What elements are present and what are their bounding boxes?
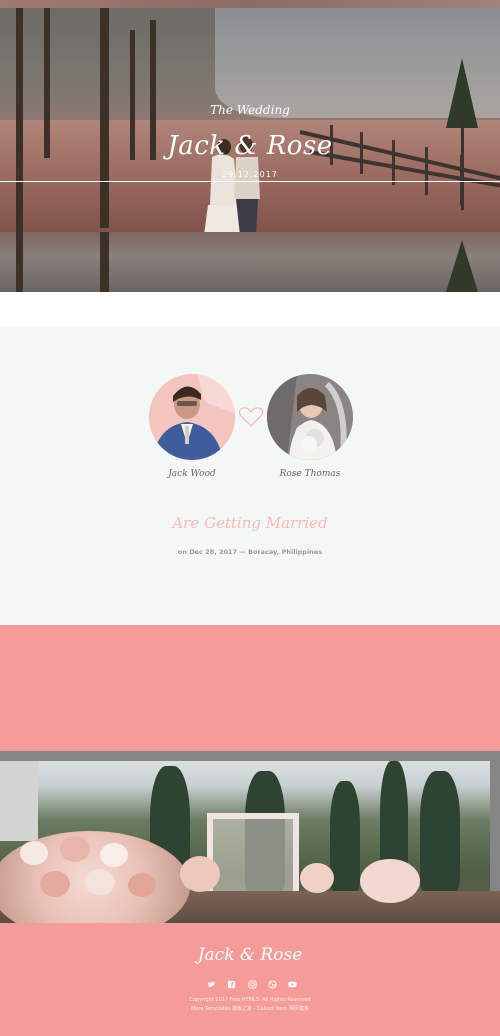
groom-portrait <box>149 374 235 460</box>
flower-cluster <box>360 859 420 903</box>
tree <box>420 771 460 891</box>
pink-section <box>0 625 500 751</box>
flower-cluster <box>300 863 334 893</box>
garden-photo-section <box>0 751 500 923</box>
hero-subtitle: The Wedding <box>210 103 290 117</box>
rose <box>128 873 156 897</box>
tree-trunk <box>100 232 109 292</box>
flower-cluster <box>180 856 220 892</box>
hero-title: Jack & Rose <box>167 131 333 161</box>
rose <box>20 841 48 865</box>
building <box>0 761 38 841</box>
tree-trunk <box>16 232 23 292</box>
pine-tree <box>446 58 478 128</box>
bride-portrait <box>267 374 353 460</box>
heart-icon <box>238 407 264 427</box>
getting-married-heading: Are Getting Married <box>172 514 328 532</box>
groom-name: Jack Wood <box>168 469 216 479</box>
wedding-detail: on Dec 28, 2017 — Boracay, Philippines <box>177 548 323 556</box>
rose <box>85 869 115 895</box>
tree <box>330 781 360 891</box>
hero-bottom-band <box>0 232 500 292</box>
footer-title: Jack & Rose <box>197 945 303 965</box>
hero-section: The Wedding Jack & Rose 29.12.2017 <box>0 0 500 292</box>
dribbble-icon[interactable] <box>268 980 277 989</box>
rose <box>100 843 128 867</box>
footer-extra-links[interactable]: More Templates 模板之家 - Collect from 网页模板 <box>0 1005 500 1012</box>
couple-section: Jack Wood Rose Thomas Are Getting Marrie… <box>0 327 500 625</box>
social-links <box>207 980 297 989</box>
groom-photo <box>149 374 235 460</box>
footer: Jack & Rose Copyright 2017 Free HTML5. A… <box>0 923 500 1036</box>
tree-trunk <box>16 8 23 232</box>
twitter-icon[interactable] <box>207 980 216 989</box>
pine-tree <box>446 240 478 292</box>
rose <box>40 871 70 897</box>
facebook-icon[interactable] <box>227 980 236 989</box>
rose <box>60 836 90 862</box>
photo-frame-top <box>0 751 500 761</box>
footer-copyright: Copyright 2017 Free HTML5. All Rights Re… <box>189 997 311 1003</box>
hero-top-strip <box>0 0 500 8</box>
instagram-icon[interactable] <box>247 980 257 989</box>
bride-photo <box>267 374 353 460</box>
tree-trunk <box>100 8 109 228</box>
hero-date: 29.12.2017 <box>0 170 500 182</box>
youtube-icon[interactable] <box>288 980 297 989</box>
bride-name: Rose Thomas <box>279 469 341 479</box>
